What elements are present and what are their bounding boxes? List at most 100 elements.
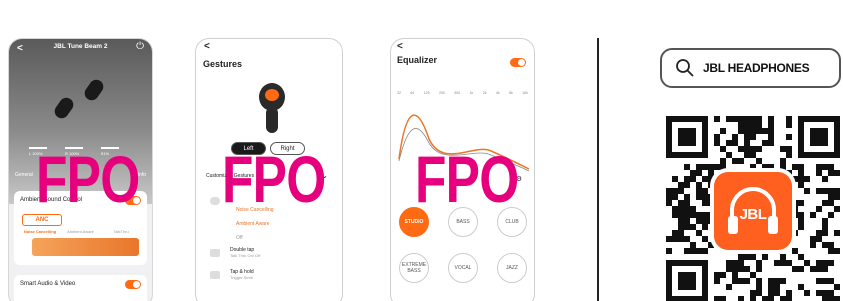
smart-audio-toggle[interactable]	[125, 280, 141, 289]
qr-module	[810, 128, 828, 146]
qr-module	[678, 236, 684, 242]
preset-vocal[interactable]: VOCAL	[448, 253, 478, 283]
qr-module	[798, 164, 804, 170]
qr-module	[750, 146, 756, 152]
section-divider	[597, 38, 599, 301]
back-button[interactable]: <	[397, 41, 403, 52]
qr-module	[690, 206, 696, 212]
qr-module	[666, 194, 672, 200]
tap-hold-row[interactable]: Tap & hold Trigger Smth	[230, 269, 254, 280]
double-tap-row[interactable]: Double tap Talk Thru On/ Off	[230, 247, 260, 258]
qr-module	[750, 116, 756, 122]
qr-module	[822, 242, 828, 248]
anc-option-noise-cancelling[interactable]: Noise Cancelling	[20, 229, 60, 234]
double-tap-icon	[210, 249, 220, 257]
qr-module	[666, 236, 672, 242]
qr-module	[822, 164, 828, 170]
qr-module	[768, 296, 774, 301]
back-button[interactable]: <	[204, 41, 210, 52]
tap-hold-icon	[210, 271, 220, 279]
qr-module	[666, 200, 672, 206]
qr-module	[828, 248, 834, 254]
qr-module	[780, 278, 786, 284]
qr-module	[834, 230, 840, 236]
qr-module	[828, 242, 834, 248]
qr-module	[780, 146, 786, 152]
qr-module	[714, 116, 720, 122]
qr-module	[780, 260, 786, 266]
qr-module	[816, 230, 822, 236]
qr-module	[750, 296, 756, 301]
qr-module	[828, 194, 834, 200]
preset-extreme-bass[interactable]: EXTREME BASS	[399, 253, 429, 283]
qr-module	[684, 194, 690, 200]
qr-module	[738, 278, 744, 284]
search-box[interactable]: JBL HEADPHONES	[660, 48, 841, 88]
qr-module	[798, 266, 804, 272]
qr-module	[684, 218, 690, 224]
qr-module	[816, 266, 822, 272]
smart-audio-title: Smart Audio & Video	[20, 281, 76, 287]
qr-module	[726, 266, 732, 272]
qr-module	[786, 122, 792, 128]
preset-jazz[interactable]: JAZZ	[497, 253, 527, 283]
qr-module	[756, 158, 762, 164]
anc-option-ambient-aware[interactable]: Ambient Aware	[61, 229, 101, 234]
qr-module	[810, 236, 816, 242]
smart-audio-card: Smart Audio & Video	[14, 275, 147, 301]
eq-frequency-labels: 32 64 125 250 500 1k 2k 4k 8k 16k	[397, 91, 528, 95]
qr-module	[684, 236, 690, 242]
qr-module	[678, 212, 684, 218]
qr-module	[828, 188, 834, 194]
qr-module	[744, 254, 750, 260]
qr-module	[678, 200, 684, 206]
qr-module	[702, 218, 708, 224]
qr-module	[720, 158, 726, 164]
ambient-level-slider[interactable]	[32, 238, 139, 256]
qr-module	[684, 248, 690, 254]
qr-module	[684, 200, 690, 206]
tab-general[interactable]: General	[15, 172, 33, 178]
freq-label: 64	[410, 91, 415, 95]
qr-module	[702, 212, 708, 218]
qr-module	[678, 224, 684, 230]
qr-module	[696, 188, 702, 194]
qr-module	[738, 260, 744, 266]
qr-module	[828, 170, 834, 176]
anc-option-talkthru[interactable]: TalkThru	[101, 229, 141, 234]
qr-module	[822, 290, 828, 296]
qr-module	[702, 176, 708, 182]
qr-module	[768, 290, 774, 296]
qr-module	[702, 224, 708, 230]
qr-module	[696, 164, 702, 170]
qr-module	[828, 296, 834, 301]
qr-module	[696, 248, 702, 254]
qr-module	[672, 212, 678, 218]
qr-module	[732, 272, 738, 278]
qr-module	[732, 116, 738, 122]
qr-module	[756, 122, 762, 128]
page-title: Gestures	[203, 59, 243, 69]
qr-module	[774, 284, 780, 290]
qr-module	[696, 182, 702, 188]
equalizer-toggle[interactable]	[510, 58, 526, 67]
qr-module	[822, 278, 828, 284]
qr-module	[696, 194, 702, 200]
power-icon[interactable]: ⏻	[136, 41, 144, 52]
qr-module	[834, 170, 840, 176]
qr-module	[744, 278, 750, 284]
qr-module	[738, 296, 744, 301]
qr-module	[684, 206, 690, 212]
qr-module	[816, 206, 822, 212]
gesture-option-ambient[interactable]: Ambient Aware	[236, 221, 270, 227]
gesture-option-off[interactable]: Off	[236, 235, 243, 241]
qr-module	[768, 284, 774, 290]
qr-module	[756, 284, 762, 290]
freq-label: 250	[439, 91, 445, 95]
qr-module	[738, 266, 744, 272]
qr-module	[756, 128, 762, 134]
search-icon	[676, 59, 694, 77]
qr-module	[798, 170, 804, 176]
qr-module	[792, 248, 798, 254]
qr-module	[672, 176, 678, 182]
